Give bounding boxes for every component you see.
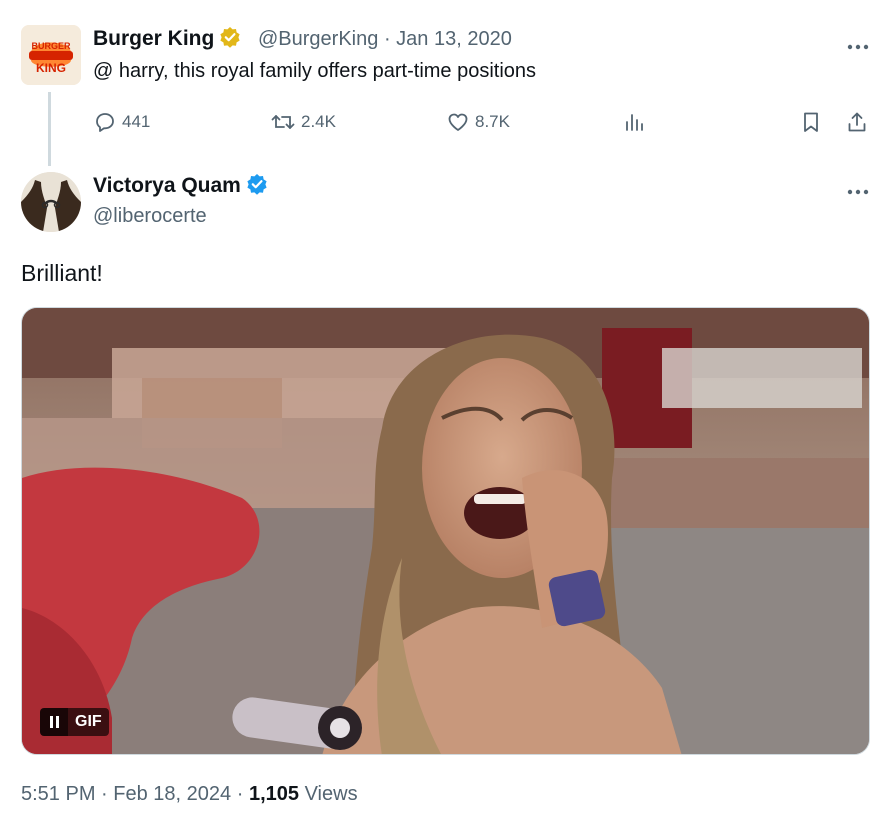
analytics-icon [624, 110, 646, 134]
tweet-date[interactable]: Feb 18, 2024 [113, 783, 231, 805]
bookmark-icon [800, 110, 822, 134]
like-count: 8.7K [475, 112, 510, 131]
parent-more-options-icon[interactable] [845, 38, 871, 50]
like-button[interactable]: 8.7K [446, 108, 510, 136]
bookmark-button[interactable] [800, 108, 822, 136]
blue-verified-badge-icon[interactable] [246, 173, 268, 201]
views-count: 1,105 [248, 783, 300, 805]
footer-separator-1: · [101, 783, 108, 805]
repost-icon [270, 110, 296, 134]
tweet-footer-meta: 5:51 PM · Feb 18, 2024 · 1,105 Views [21, 783, 358, 806]
parent-author-name[interactable]: Burger King [93, 26, 241, 54]
reply-tweet-text: Brilliant! [21, 260, 103, 286]
bk-logo-text-bottom: KING [36, 61, 66, 75]
reply-more-options-icon[interactable] [845, 183, 871, 195]
reply-count: 441 [122, 112, 151, 131]
bk-logo-text-top: BURGER [31, 41, 71, 51]
tweet-time[interactable]: 5:51 PM [21, 783, 95, 805]
views-label: Views [304, 783, 358, 805]
gif-label: GIF [68, 708, 109, 736]
heart-icon [446, 110, 470, 134]
analytics-button[interactable] [624, 108, 646, 136]
reply-handle[interactable]: @liberocerte [93, 205, 207, 228]
parent-meta: @BurgerKing · Jan 13, 2020 [258, 28, 512, 51]
gif-controls[interactable]: GIF [40, 708, 109, 736]
reply-button[interactable]: 441 [93, 108, 150, 136]
reply-icon [93, 110, 117, 134]
victorya-quam-avatar[interactable] [21, 172, 81, 232]
repost-count: 2.4K [301, 112, 336, 131]
share-icon [846, 110, 868, 134]
parent-tweet-text: @ harry, this royal family offers part-t… [93, 60, 537, 82]
reply-author-name[interactable]: Victorya Quam [93, 173, 268, 201]
meta-separator: · [383, 28, 391, 50]
pause-icon[interactable] [40, 708, 68, 736]
thread-connector-line [48, 92, 51, 166]
reply-display-name[interactable]: Victorya Quam [93, 174, 241, 197]
repost-button[interactable]: 2.4K [270, 108, 336, 136]
gif-media[interactable] [21, 307, 870, 755]
burger-king-avatar[interactable]: BURGER KING [21, 25, 81, 85]
share-button[interactable] [846, 108, 868, 136]
parent-date[interactable]: Jan 13, 2020 [396, 28, 512, 50]
parent-display-name[interactable]: Burger King [93, 27, 214, 50]
gold-verified-badge-icon[interactable] [219, 26, 241, 54]
footer-separator-2: · [236, 783, 244, 805]
parent-handle[interactable]: @BurgerKing [258, 28, 378, 50]
